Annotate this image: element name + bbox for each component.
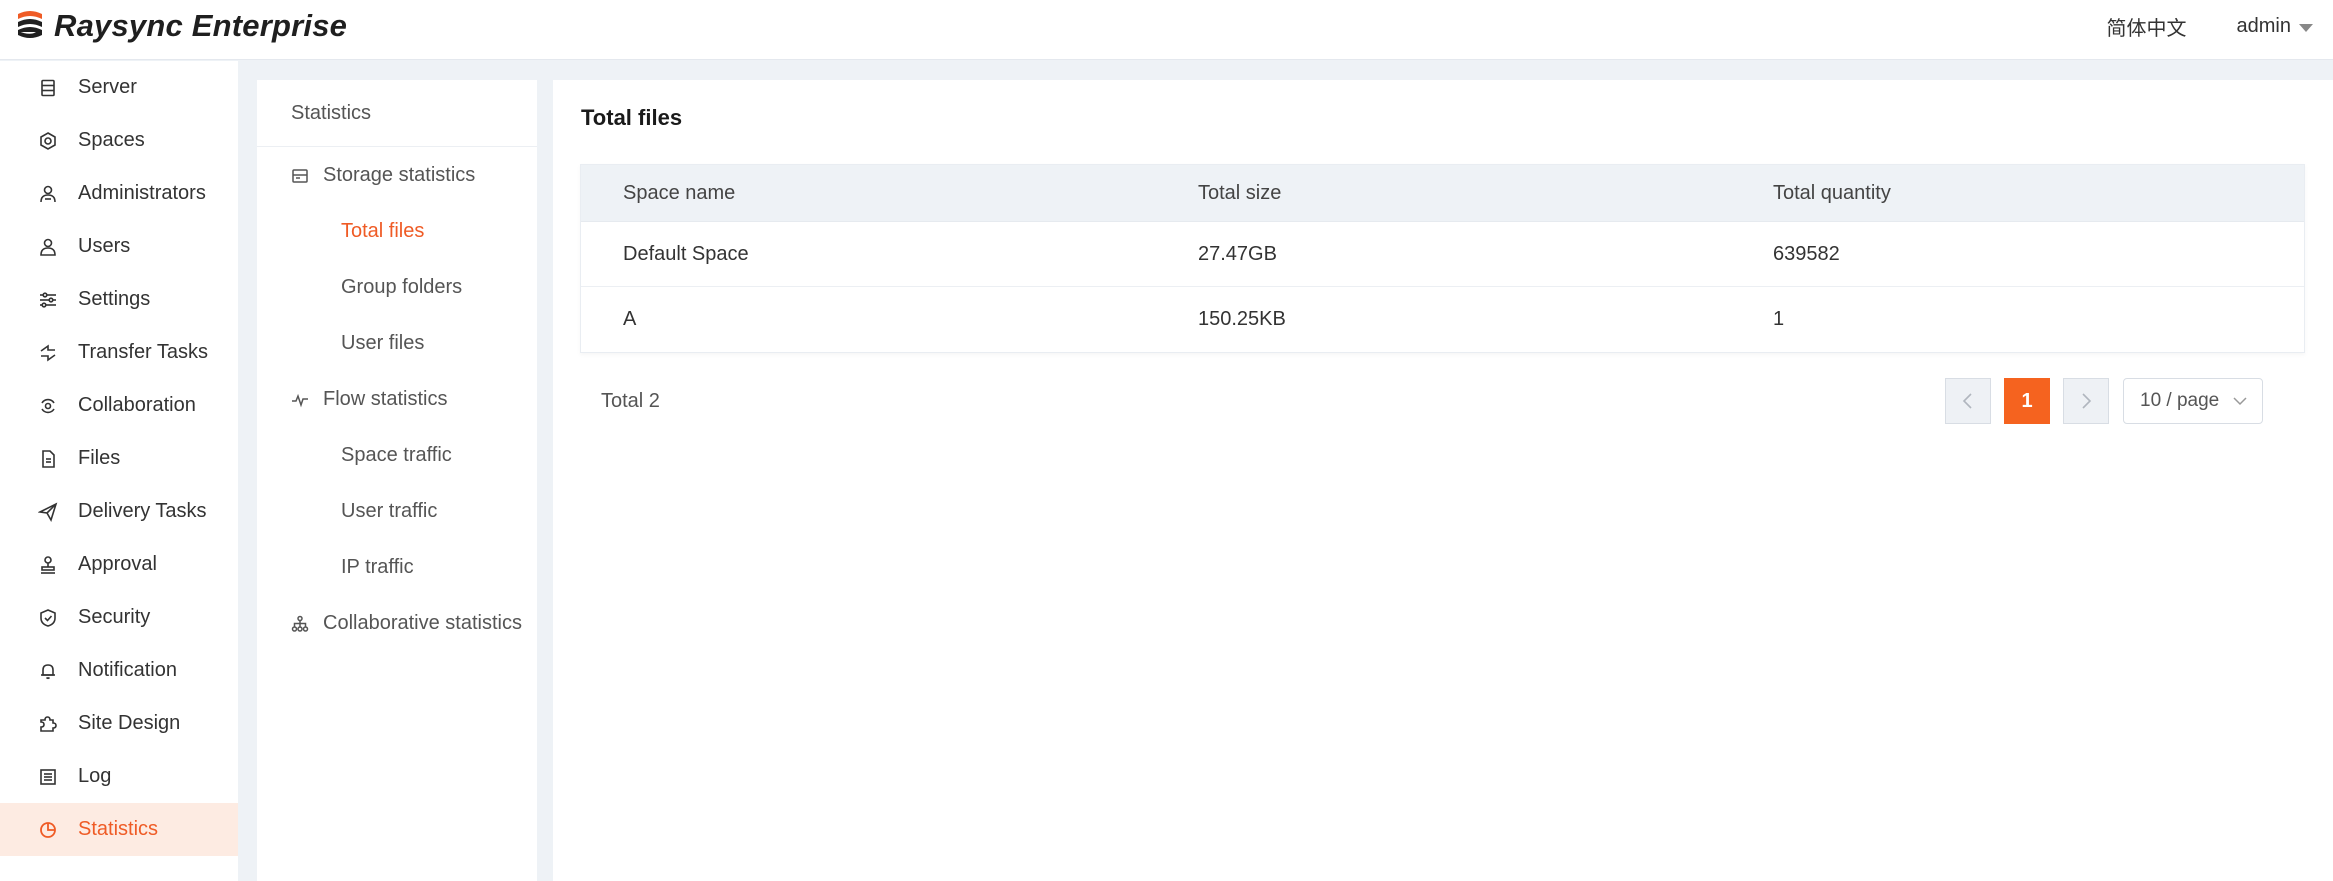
submenu-item-user-files[interactable]: User files: [341, 332, 424, 355]
raysync-logo-icon: [18, 11, 42, 38]
sidebar-item-label: Transfer Tasks: [78, 341, 209, 363]
log-icon: [37, 766, 59, 788]
sidebar-item-security[interactable]: Security: [0, 591, 238, 644]
sidebar-item-approval[interactable]: Approval: [0, 538, 238, 591]
page-title: Total files: [581, 105, 683, 130]
submenu-group-flow-statistics[interactable]: Flow statistics: [291, 388, 447, 411]
sidebar-item-label: Spaces: [78, 129, 145, 151]
column-header-total-size: Total size: [1198, 181, 1282, 204]
cell-total-quantity: 1: [1773, 308, 1785, 330]
language-switcher[interactable]: 简体中文: [2107, 12, 2187, 41]
sidebar-item-administrators[interactable]: Administrators: [0, 167, 238, 220]
submenu-item-total-files[interactable]: Total files: [341, 220, 424, 243]
cell-total-quantity: 639582: [1773, 242, 1840, 265]
sidebar-item-label: Site Design: [78, 712, 181, 734]
table-row: A 150.25KB 1: [581, 287, 2304, 352]
submenu-item-ip-traffic[interactable]: IP traffic: [341, 556, 414, 579]
cell-total-size: 150.25KB: [1198, 308, 1286, 330]
sidebar-item-transfer-tasks[interactable]: Transfer Tasks: [0, 326, 238, 379]
submenu-group-label: Collaborative statistics: [323, 612, 522, 634]
storage-icon: [292, 168, 308, 183]
sidebar-item-label: Server: [78, 76, 137, 98]
activity-icon: [292, 393, 308, 407]
bell-icon: [37, 660, 59, 682]
total-count: Total 2: [601, 390, 660, 412]
brand-logo[interactable]: Raysync Enterprise: [12, 6, 347, 46]
sidebar-item-label: Security: [78, 606, 151, 628]
collaboration-icon: [37, 395, 59, 417]
sidebar-item-site-design[interactable]: Site Design: [0, 697, 238, 750]
chevron-right-icon: [2082, 393, 2092, 409]
sidebar-item-log[interactable]: Log: [0, 750, 238, 803]
sidebar-item-label: Administrators: [78, 182, 206, 204]
stamp-icon: [37, 554, 59, 576]
cell-total-size: 27.47GB: [1198, 242, 1277, 265]
prev-page-button[interactable]: [1945, 378, 1991, 424]
sliders-icon: [37, 289, 59, 311]
sidebar-item-label: Collaboration: [78, 394, 196, 416]
column-header-total-quantity: Total quantity: [1773, 181, 1891, 204]
username: admin: [2236, 14, 2291, 37]
page-number-button[interactable]: 1: [2004, 378, 2050, 424]
user-icon: [37, 236, 59, 258]
sidebar-item-delivery-tasks[interactable]: Delivery Tasks: [0, 485, 238, 538]
page-size-value: 10 / page: [2140, 390, 2220, 411]
spaces-icon: [37, 130, 59, 152]
submenu-group-label: Flow statistics: [323, 388, 448, 410]
sidebar-item-label: Approval: [78, 553, 157, 575]
shield-icon: [37, 607, 59, 629]
administrators-icon: [37, 183, 59, 205]
sidebar-item-notification[interactable]: Notification: [0, 644, 238, 697]
sidebar-item-label: Log: [78, 765, 112, 787]
user-menu[interactable]: admin: [2237, 15, 2313, 38]
sidebar-item-label: Files: [78, 447, 121, 469]
sidebar: Server Spaces Administrators Users Setti…: [0, 61, 238, 881]
sidebar-item-server[interactable]: Server: [0, 61, 238, 114]
next-page-button[interactable]: [2063, 378, 2109, 424]
top-bar: Raysync Enterprise 简体中文 admin: [0, 0, 2333, 60]
puzzle-icon: [37, 713, 59, 735]
chevron-down-icon: [2233, 397, 2247, 406]
sidebar-item-users[interactable]: Users: [0, 220, 238, 273]
submenu-group-collaborative-statistics[interactable]: Collaborative statistics: [291, 612, 522, 635]
sidebar-item-collaboration[interactable]: Collaboration: [0, 379, 238, 432]
transfer-icon: [37, 342, 59, 364]
submenu-item-user-traffic[interactable]: User traffic: [341, 500, 437, 523]
sidebar-item-files[interactable]: Files: [0, 432, 238, 485]
submenu-title: Statistics: [291, 102, 372, 124]
file-icon: [37, 448, 59, 470]
main-panel: Total files Space name Total size Total …: [553, 80, 2333, 881]
sidebar-item-statistics[interactable]: Statistics: [0, 803, 238, 856]
server-icon: [37, 77, 59, 99]
paper-plane-icon: [37, 501, 59, 523]
sidebar-item-label: Statistics: [78, 818, 159, 840]
network-icon: [291, 615, 309, 632]
sidebar-item-label: Notification: [78, 659, 177, 681]
submenu-item-group-folders[interactable]: Group folders: [341, 276, 462, 299]
sidebar-item-label: Settings: [78, 288, 151, 310]
submenu-item-space-traffic[interactable]: Space traffic: [341, 444, 452, 467]
caret-down-icon: [2299, 23, 2313, 32]
pie-chart-icon: [37, 819, 59, 841]
page-size-select[interactable]: 10 / page: [2123, 378, 2263, 424]
pagination: 1 10 / page: [1945, 378, 2263, 424]
sidebar-item-spaces[interactable]: Spaces: [0, 114, 238, 167]
table-header: Space name Total size Total quantity: [581, 165, 2304, 222]
sidebar-item-label: Users: [78, 235, 131, 257]
brand-name: Raysync Enterprise: [54, 8, 348, 43]
table-row: Default Space 27.47GB 639582: [581, 222, 2304, 287]
total-files-table: Space name Total size Total quantity Def…: [580, 164, 2305, 353]
column-header-space-name: Space name: [623, 181, 736, 204]
statistics-submenu: Statistics Storage statistics Total file…: [257, 80, 537, 881]
divider: [257, 146, 537, 147]
chevron-left-icon: [1962, 393, 1972, 409]
submenu-group-label: Storage statistics: [323, 164, 476, 186]
sidebar-item-label: Delivery Tasks: [78, 500, 207, 522]
cell-space-name: A: [623, 308, 637, 330]
sidebar-item-settings[interactable]: Settings: [0, 273, 238, 326]
submenu-group-storage-statistics[interactable]: Storage statistics: [291, 164, 475, 187]
cell-space-name: Default Space: [623, 242, 749, 265]
